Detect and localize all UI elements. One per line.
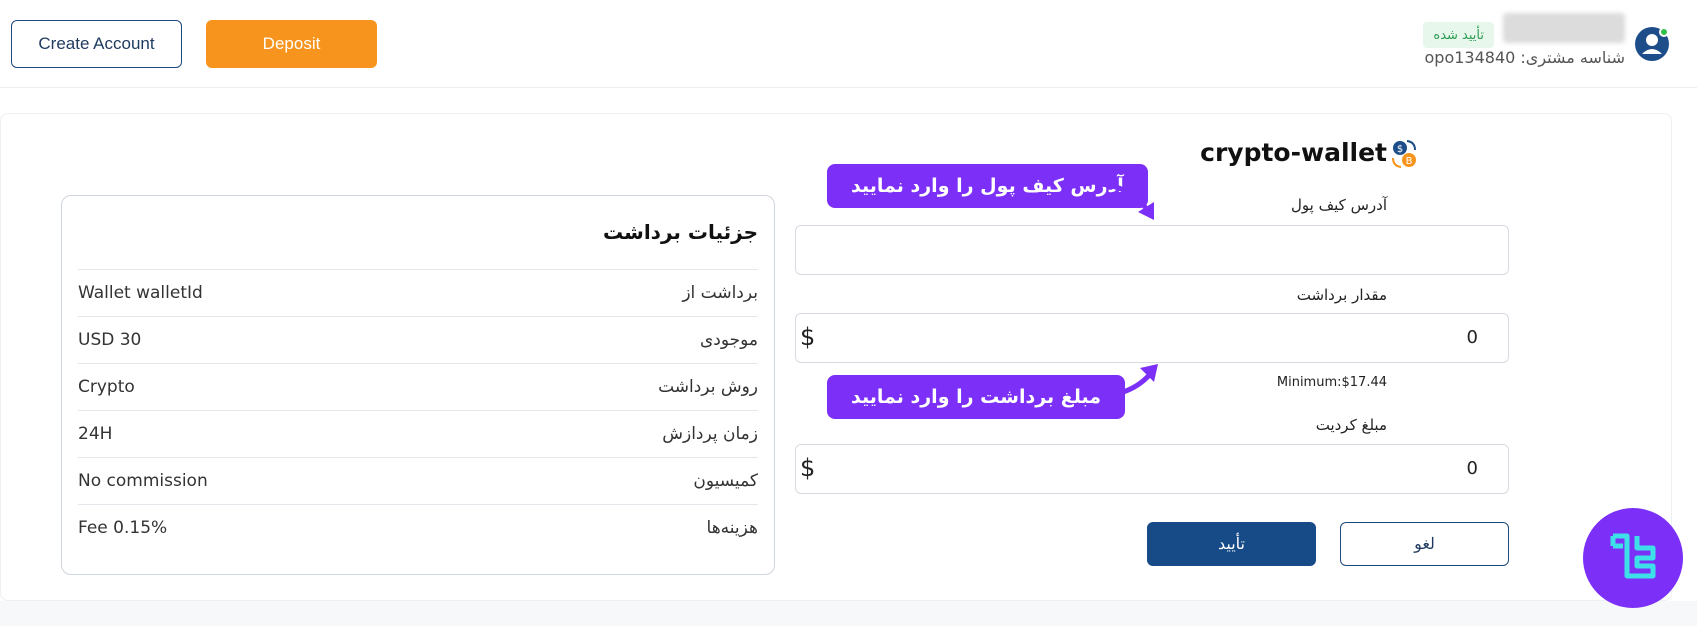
- dollar-sign: $: [800, 454, 816, 482]
- detail-label: هزینه‌ها: [706, 518, 758, 538]
- callout-arrow-icon: [1100, 364, 1158, 399]
- top-header: Create Account Deposit تأیید شده شناسه م…: [0, 0, 1697, 88]
- page-footer-strip: [0, 601, 1697, 626]
- verified-badge: تأیید شده: [1423, 22, 1494, 48]
- online-status-dot: [1659, 27, 1669, 37]
- details-title: جزئیات برداشت: [602, 220, 758, 244]
- detail-value: USD 30: [78, 330, 142, 350]
- create-account-button[interactable]: Create Account: [11, 20, 182, 68]
- detail-label: موجودی: [699, 330, 758, 350]
- detail-row: Crypto روش برداشت: [78, 363, 758, 410]
- detail-row: Fee 0.15% هزینه‌ها: [78, 504, 758, 551]
- detail-label: روش برداشت: [658, 377, 758, 397]
- cancel-button[interactable]: لغو: [1340, 522, 1509, 566]
- amount-value: 0: [1466, 327, 1478, 348]
- detail-value: Crypto: [78, 377, 135, 397]
- detail-value: 24H: [78, 424, 113, 444]
- user-info[interactable]: تأیید شده شناسه مشتری: opo134840: [1389, 12, 1669, 72]
- amount-label: مقدار برداشت: [1296, 286, 1387, 304]
- detail-label: زمان پردازش: [662, 424, 758, 444]
- amount-input[interactable]: $ 0: [795, 313, 1509, 363]
- callout-arrow-icon: [1100, 181, 1154, 220]
- confirm-button[interactable]: تأیید: [1147, 522, 1316, 566]
- detail-row: 24H زمان پردازش: [78, 410, 758, 457]
- dollar-sign: $: [800, 323, 816, 351]
- detail-label: کمیسیون: [693, 471, 758, 491]
- credit-input[interactable]: $ 0: [795, 444, 1509, 494]
- amount-callout: مبلغ برداشت را وارد نمایید: [827, 375, 1126, 419]
- minimum-amount: Minimum:$17.44: [1276, 375, 1387, 390]
- wallet-address-input[interactable]: [795, 225, 1509, 275]
- form-title: crypto-wallet: [1200, 138, 1387, 167]
- svg-text:B: B: [1406, 156, 1413, 167]
- svg-text:$: $: [1397, 144, 1403, 155]
- credit-label: مبلغ کردیت: [1315, 416, 1387, 434]
- crypto-wallet-icon: $ B: [1389, 138, 1419, 170]
- blurred-username: [1503, 13, 1625, 43]
- deposit-button[interactable]: Deposit: [206, 20, 377, 68]
- credit-value: 0: [1466, 458, 1478, 479]
- customer-id: شناسه مشتری: opo134840: [1424, 48, 1626, 67]
- withdrawal-details-card: جزئیات برداشت Wallet walletId برداشت از …: [61, 195, 775, 575]
- detail-row: USD 30 موجودی: [78, 316, 758, 363]
- brand-logo-icon[interactable]: [1583, 508, 1683, 608]
- detail-value: Fee 0.15%: [78, 518, 168, 538]
- wallet-address-label: آدرس کیف پول: [1291, 196, 1387, 214]
- detail-row: No commission کمیسیون: [78, 457, 758, 504]
- detail-label: برداشت از: [682, 283, 758, 303]
- detail-value: Wallet walletId: [78, 283, 203, 303]
- detail-value: No commission: [78, 471, 208, 491]
- detail-row: Wallet walletId برداشت از: [78, 269, 758, 316]
